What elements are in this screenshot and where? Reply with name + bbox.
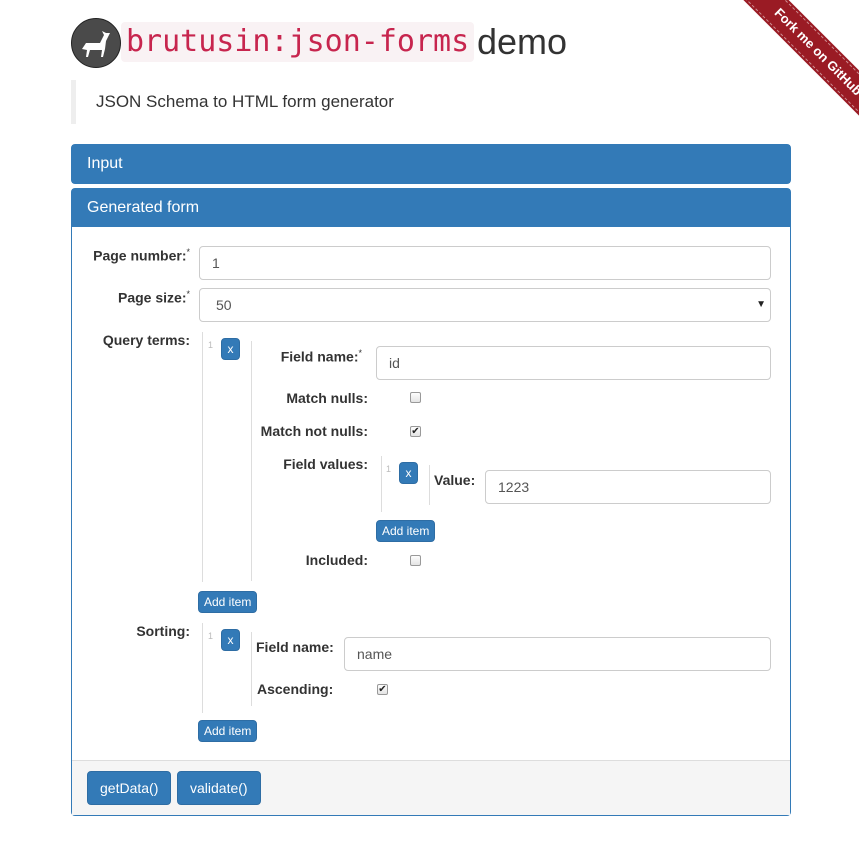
title-demo: demo xyxy=(477,21,568,62)
remove-sorting-button[interactable]: x xyxy=(221,629,240,651)
sorting-border xyxy=(202,623,203,713)
validate-button[interactable]: validate() xyxy=(177,771,261,805)
value-label: Value: xyxy=(434,472,476,488)
input-panel-heading[interactable]: Input xyxy=(72,145,790,183)
add-sorting-button[interactable]: Add item xyxy=(198,720,258,742)
ascending-label: Ascending: xyxy=(257,681,334,697)
page-size-select[interactable]: 50 ▼ xyxy=(199,288,771,322)
field-name-input[interactable]: id xyxy=(376,346,771,380)
match-not-nulls-label: Match not nulls: xyxy=(260,423,368,439)
dog-logo-icon xyxy=(71,18,121,68)
value-input[interactable]: 1223 xyxy=(485,470,771,504)
subtitle: JSON Schema to HTML form generator xyxy=(96,92,394,111)
query-item-index: 1 xyxy=(208,340,214,350)
page-number-input[interactable]: 1 xyxy=(199,246,771,280)
field-name-label: Field name:* xyxy=(280,348,362,365)
match-nulls-label: Match nulls: xyxy=(286,390,368,406)
github-ribbon-label[interactable]: Fork me on GitHub xyxy=(730,0,859,140)
ascending-checkbox[interactable]: ✔ xyxy=(377,684,388,695)
field-value-index: 1 xyxy=(386,464,392,474)
match-not-nulls-checkbox[interactable]: ✔ xyxy=(410,426,421,437)
sorting-label: Sorting: xyxy=(136,623,190,639)
page-size-value: 50 xyxy=(216,297,232,313)
remove-field-value-button[interactable]: x xyxy=(399,462,418,484)
query-terms-border xyxy=(202,332,203,582)
add-query-term-button[interactable]: Add item xyxy=(198,591,258,613)
remove-query-term-button[interactable]: x xyxy=(221,338,240,360)
sorting-item-border xyxy=(251,632,252,706)
match-nulls-checkbox[interactable] xyxy=(410,392,421,403)
add-field-value-button[interactable]: Add item xyxy=(376,520,436,542)
chevron-down-icon: ▼ xyxy=(756,299,766,310)
field-values-label: Field values: xyxy=(283,456,368,472)
sorting-item-index: 1 xyxy=(208,631,214,641)
generated-form-panel: Generated form Page number:* 1 Page size… xyxy=(71,188,791,816)
included-checkbox[interactable] xyxy=(410,555,421,566)
get-data-button[interactable]: getData() xyxy=(87,771,172,805)
included-label: Included: xyxy=(305,552,368,568)
sort-field-name-input[interactable]: name xyxy=(344,637,771,671)
sort-field-name-label: Field name: xyxy=(256,639,334,655)
input-panel: Input xyxy=(71,144,791,184)
subtitle-blockquote: JSON Schema to HTML form generator xyxy=(71,80,791,124)
query-terms-label: Query terms: xyxy=(102,332,190,348)
field-values-border xyxy=(381,456,382,512)
title-code: brutusin:json-forms xyxy=(121,22,475,62)
page-size-label: Page size:* xyxy=(118,289,190,306)
github-ribbon[interactable]: Fork me on GitHub xyxy=(710,0,859,149)
form-panel-heading: Generated form xyxy=(72,189,790,227)
page-number-label: Page number:* xyxy=(93,247,190,264)
form-footer: getData() validate() xyxy=(72,760,790,815)
field-value-item-border xyxy=(429,465,430,505)
